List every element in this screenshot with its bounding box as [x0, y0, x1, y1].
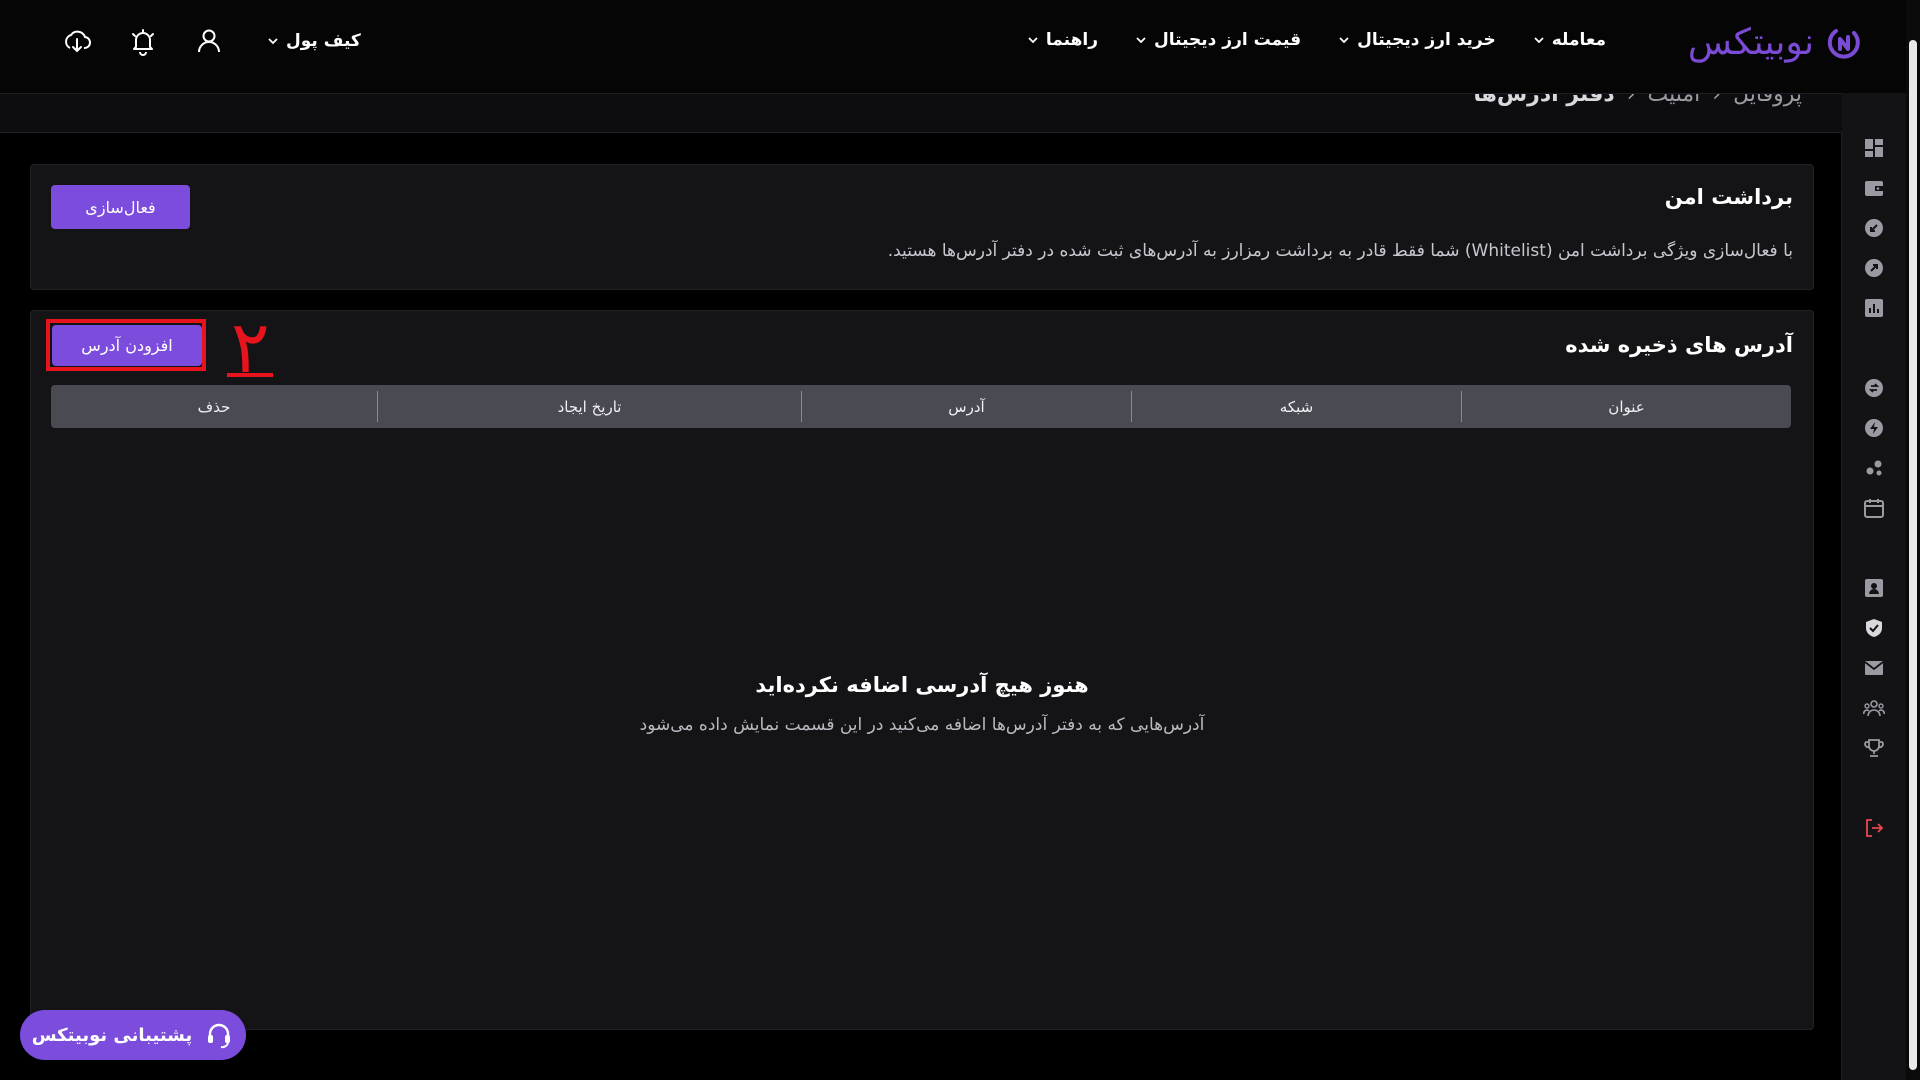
referral-users-icon[interactable] — [1863, 697, 1885, 719]
breadcrumb: پروفایل ‹ امنیت ‹ دفتر آدرس‌ها — [1473, 94, 1802, 107]
nav-item-label: قیمت ارز دیجیتال — [1154, 30, 1302, 50]
nobitex-logo-icon — [1827, 28, 1860, 59]
column-header-delete: حذف — [197, 397, 231, 416]
nav-item-label: معامله — [1551, 30, 1606, 50]
logout-icon[interactable] — [1863, 817, 1885, 839]
empty-state-title: هنوز هیچ آدرسی اضافه نکرده‌اید — [755, 673, 1089, 697]
empty-state-subtitle: آدرس‌هایی که به دفتر آدرس‌ها اضافه می‌کن… — [639, 715, 1205, 735]
column-header-address: آدرس — [801, 391, 1131, 422]
dashboard-icon[interactable] — [1863, 137, 1885, 159]
breadcrumb-separator: ‹ — [1626, 94, 1636, 107]
top-actions: کیف پول — [60, 24, 361, 58]
reports-icon[interactable] — [1863, 297, 1885, 319]
support-button[interactable]: پشتیبانی نوبیتکس — [20, 1010, 246, 1060]
download-app-button[interactable] — [60, 24, 94, 58]
breadcrumb-current: دفتر آدرس‌ها — [1473, 94, 1615, 107]
cloud-download-icon — [65, 30, 91, 53]
annotation-underline — [227, 373, 273, 377]
wallet-menu[interactable]: کیف پول — [266, 31, 361, 51]
logo[interactable]: نوبیتکس — [1688, 22, 1864, 63]
breadcrumb-strip: پروفایل ‹ امنیت ‹ دفتر آدرس‌ها — [0, 94, 1842, 133]
nav-item-crypto-prices[interactable]: قیمت ارز دیجیتال — [1134, 30, 1301, 50]
withdraw-icon[interactable] — [1863, 257, 1885, 279]
headset-icon — [208, 1023, 231, 1049]
convert-icon[interactable] — [1863, 377, 1885, 399]
chevron-down-icon — [1534, 37, 1544, 44]
column-header-network: شبکه — [1131, 391, 1461, 422]
chevron-down-icon — [1339, 37, 1349, 44]
saved-addresses-card: آدرس های ذخیره شده افزودن آدرس ٢ عنوان ش… — [30, 305, 1814, 1030]
breadcrumb-separator: ‹ — [1712, 94, 1722, 107]
deposit-icon[interactable] — [1863, 217, 1885, 239]
wallet-menu-label: کیف پول — [286, 31, 361, 51]
lightning-icon[interactable] — [1863, 417, 1885, 439]
top-navigation-bar: نوبیتکس معامله خرید ارز دیجیتال قیمت ارز… — [0, 0, 1906, 94]
breadcrumb-item-profile[interactable]: پروفایل — [1733, 94, 1802, 107]
staking-icon[interactable] — [1863, 457, 1885, 479]
nav-item-label: خرید ارز دیجیتال — [1357, 30, 1496, 50]
profile-card-icon[interactable] — [1863, 577, 1885, 599]
calendar-icon[interactable] — [1863, 497, 1885, 519]
bell-icon — [132, 29, 154, 56]
chevron-down-icon — [268, 38, 278, 45]
logo-text: نوبیتکس — [1687, 22, 1814, 63]
page-scrollbar[interactable] — [1906, 0, 1920, 1080]
breadcrumb-item-security[interactable]: امنیت — [1648, 94, 1701, 107]
nav-item-label: راهنما — [1045, 30, 1098, 50]
addresses-table-header: عنوان شبکه آدرس تاریخ ایجاد حذف — [51, 385, 1791, 428]
wallet-icon[interactable] — [1863, 177, 1885, 199]
support-label: پشتیبانی نوبیتکس — [31, 1024, 193, 1046]
add-address-button[interactable]: افزودن آدرس — [52, 325, 202, 366]
sidebar-rail — [1841, 93, 1906, 1080]
saved-addresses-title: آدرس های ذخیره شده — [1565, 333, 1793, 357]
secure-withdraw-card: برداشت امن با فعال‌سازی ویژگی برداشت امن… — [30, 164, 1814, 290]
nav-item-buy-crypto[interactable]: خرید ارز دیجیتال — [1337, 30, 1496, 50]
chevron-down-icon — [1136, 37, 1146, 44]
trophy-icon[interactable] — [1863, 737, 1885, 759]
secure-withdraw-description: با فعال‌سازی ویژگی برداشت امن (Whitelist… — [887, 241, 1793, 261]
nav-item-guide[interactable]: راهنما — [1026, 30, 1098, 50]
activate-button[interactable]: فعال‌سازی — [51, 185, 190, 229]
scrollbar-thumb[interactable] — [1909, 40, 1917, 1070]
profile-button[interactable] — [192, 24, 226, 58]
secure-withdraw-title: برداشت امن — [1664, 185, 1793, 209]
nav-item-trade[interactable]: معامله — [1532, 30, 1606, 50]
security-shield-icon[interactable] — [1863, 617, 1885, 639]
column-header-title: عنوان — [1461, 391, 1791, 422]
column-header-created-date: تاریخ ایجاد — [377, 391, 801, 422]
chevron-down-icon — [1028, 37, 1038, 44]
main-nav: معامله خرید ارز دیجیتال قیمت ارز دیجیتال… — [1026, 30, 1606, 50]
mail-icon[interactable] — [1863, 657, 1885, 679]
notifications-button[interactable] — [126, 24, 160, 58]
user-icon — [198, 29, 220, 53]
